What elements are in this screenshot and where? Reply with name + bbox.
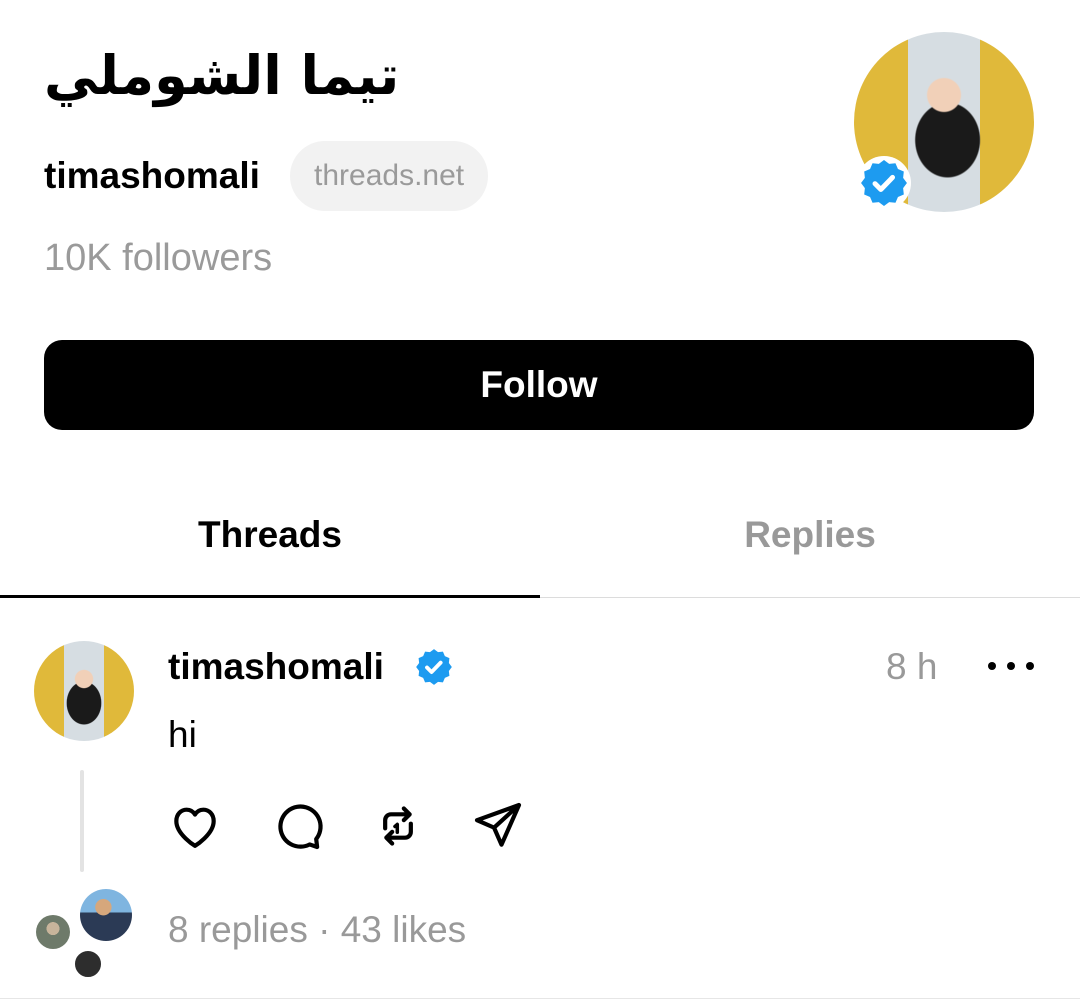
repost-icon xyxy=(383,806,413,846)
heart-icon xyxy=(174,807,216,848)
thread-line xyxy=(80,770,84,872)
profile-handle: timashomali xyxy=(44,155,260,196)
share-icon xyxy=(474,802,522,847)
more-options-button[interactable] xyxy=(988,648,1034,684)
follow-button[interactable]: Follow xyxy=(44,340,1034,430)
dot xyxy=(988,662,996,670)
followers-count[interactable]: 10K followers xyxy=(44,237,272,280)
profile-display-name: تيما الشوملي xyxy=(44,44,400,107)
tab-threads[interactable]: Threads xyxy=(0,505,540,565)
dot xyxy=(1026,662,1034,670)
post-author-avatar[interactable] xyxy=(34,641,134,741)
post-divider xyxy=(0,998,1080,999)
domain-badge[interactable]: threads.net xyxy=(290,141,489,211)
comment-icon xyxy=(278,804,323,850)
verified-badge-icon xyxy=(416,649,452,685)
post-stats[interactable]: 8 replies · 43 likes xyxy=(168,906,466,954)
replier-avatar[interactable] xyxy=(73,949,103,979)
share-button[interactable] xyxy=(470,798,526,854)
active-tab-indicator xyxy=(0,595,540,598)
dot xyxy=(1007,662,1015,670)
tab-replies[interactable]: Replies xyxy=(540,505,1080,565)
post-author-name[interactable]: timashomali xyxy=(168,644,384,690)
replier-avatar[interactable] xyxy=(36,915,70,949)
post-text: hi xyxy=(168,714,197,755)
replier-avatar[interactable] xyxy=(80,889,132,941)
repost-button[interactable] xyxy=(370,798,426,854)
like-button[interactable] xyxy=(167,798,223,854)
verified-badge-icon xyxy=(857,156,911,210)
post-timestamp: 8 h xyxy=(886,646,938,687)
comment-button[interactable] xyxy=(270,798,326,854)
